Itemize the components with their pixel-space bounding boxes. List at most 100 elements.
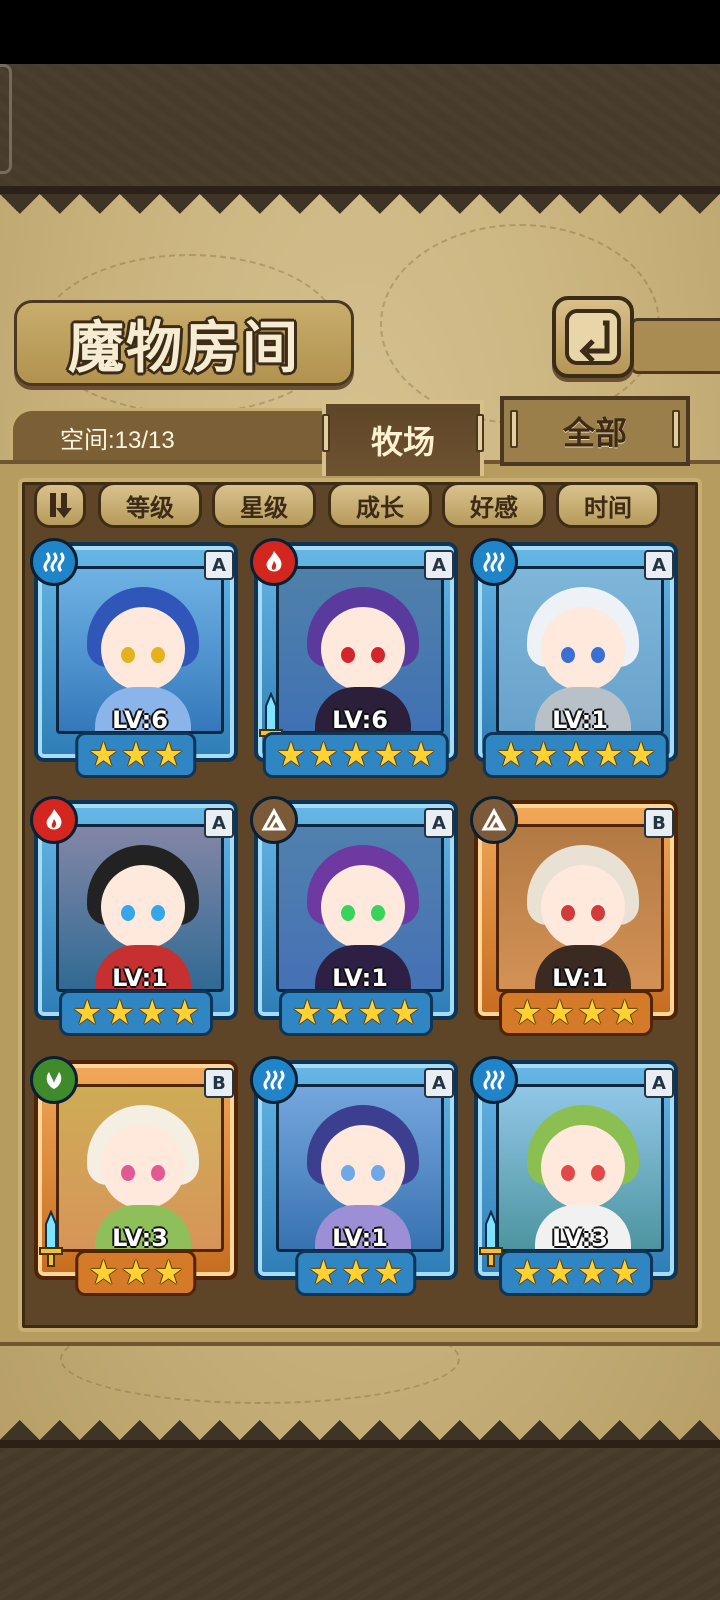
star-icon: ★ xyxy=(120,1253,152,1293)
sort-time-button[interactable]: 时间 xyxy=(556,482,660,528)
page-title: 魔物房间 xyxy=(68,314,300,381)
portrait-eye xyxy=(371,647,385,663)
star-icon: ★ xyxy=(495,735,527,775)
portrait-eye xyxy=(591,647,605,663)
portrait-face xyxy=(101,865,185,949)
star-icon: ★ xyxy=(340,735,372,775)
rank-badge: A xyxy=(644,1068,674,1098)
star-icon: ★ xyxy=(577,993,608,1033)
portrait-eye xyxy=(591,1165,605,1181)
rank-badge: A xyxy=(424,808,454,838)
star-icon: ★ xyxy=(625,735,657,775)
water-wave-icon xyxy=(250,1056,298,1104)
star-icon: ★ xyxy=(544,993,575,1033)
star-icon: ★ xyxy=(357,993,388,1033)
portrait-eye xyxy=(151,1165,165,1181)
portrait-eye xyxy=(561,1165,575,1181)
star-icon: ★ xyxy=(120,735,152,775)
mountain-icon xyxy=(470,796,518,844)
monster-card[interactable]: LV:3 A ★ ★ ★ ★ xyxy=(470,1056,678,1300)
portrait-face xyxy=(541,607,625,691)
star-icon: ★ xyxy=(137,993,168,1033)
side-nub xyxy=(0,64,12,174)
monster-card[interactable]: LV:6 A ★ ★ ★ xyxy=(30,538,238,782)
zigzag-edge-top xyxy=(0,194,720,234)
star-icon: ★ xyxy=(275,735,307,775)
star-icon: ★ xyxy=(577,1253,608,1293)
sort-star-button[interactable]: 星级 xyxy=(212,482,316,528)
tab-post xyxy=(672,410,680,448)
portrait-face xyxy=(101,607,185,691)
star-icon: ★ xyxy=(512,993,543,1033)
return-button[interactable] xyxy=(552,296,634,378)
star-icon: ★ xyxy=(405,735,437,775)
background-map-top xyxy=(0,64,720,194)
star-rating: ★ ★ ★ ★ xyxy=(499,1250,653,1296)
star-icon: ★ xyxy=(72,993,103,1033)
rank-badge: A xyxy=(204,550,234,580)
star-icon: ★ xyxy=(308,1253,339,1293)
rank-badge: A xyxy=(644,550,674,580)
portrait-face xyxy=(321,1125,405,1209)
star-icon: ★ xyxy=(593,735,624,775)
sort-affection-button[interactable]: 好感 xyxy=(442,482,546,528)
star-icon: ★ xyxy=(340,1253,372,1293)
tab-all-label: 全部 xyxy=(562,414,627,452)
portrait-eye xyxy=(151,905,165,921)
portrait-eye xyxy=(151,647,165,663)
star-icon: ★ xyxy=(373,735,404,775)
star-rating: ★ ★ ★ xyxy=(295,1250,417,1296)
sort-growth-button[interactable]: 成长 xyxy=(328,482,432,528)
monster-level: LV:1 xyxy=(332,964,388,992)
portrait-eye xyxy=(121,647,135,663)
star-rating: ★ ★ ★ xyxy=(75,1250,197,1296)
star-icon: ★ xyxy=(104,993,135,1033)
status-bar xyxy=(0,0,720,64)
tab-ranch[interactable]: 牧场 xyxy=(322,400,484,476)
portrait-face xyxy=(541,865,625,949)
star-icon: ★ xyxy=(153,735,184,775)
monster-card[interactable]: LV:3 B ★ ★ ★ xyxy=(30,1056,238,1300)
water-wave-icon xyxy=(30,538,78,586)
water-wave-icon xyxy=(470,1056,518,1104)
monster-card[interactable]: LV:1 A ★ ★ ★ xyxy=(250,1056,458,1300)
return-arrow-icon xyxy=(565,309,621,365)
monster-card[interactable]: LV:1 A ★ ★ ★ ★ xyxy=(30,796,238,1040)
title-plate: 魔物房间 xyxy=(14,300,354,386)
capacity-text: 空间:13/13 xyxy=(60,427,175,454)
star-icon: ★ xyxy=(560,735,592,775)
star-icon: ★ xyxy=(373,1253,404,1293)
monster-card[interactable]: LV:6 A ★ ★ ★ ★ ★ xyxy=(250,538,458,782)
monster-level: LV:1 xyxy=(552,964,608,992)
portrait-face xyxy=(541,1125,625,1209)
sort-order-toggle[interactable] xyxy=(34,482,86,528)
monster-card[interactable]: LV:1 B ★ ★ ★ ★ xyxy=(470,796,678,1040)
rank-badge: A xyxy=(204,808,234,838)
flame-icon xyxy=(250,538,298,586)
star-icon: ★ xyxy=(544,1253,575,1293)
monster-level: LV:6 xyxy=(112,706,168,734)
rank-badge: A xyxy=(424,550,454,580)
tab-post xyxy=(510,410,518,448)
portrait-eye xyxy=(341,1165,355,1181)
monster-card[interactable]: LV:1 A ★ ★ ★ ★ ★ xyxy=(470,538,678,782)
portrait-face xyxy=(321,865,405,949)
star-rating: ★ ★ ★ ★ xyxy=(499,990,653,1036)
tab-all[interactable]: 全部 xyxy=(500,396,690,466)
portrait-eye xyxy=(371,1165,385,1181)
star-icon: ★ xyxy=(324,993,355,1033)
monster-level: LV:1 xyxy=(112,964,168,992)
portrait-eye xyxy=(371,905,385,921)
rank-badge: B xyxy=(204,1068,234,1098)
tab-post xyxy=(322,414,330,452)
star-icon: ★ xyxy=(292,993,323,1033)
sword-icon xyxy=(39,1210,63,1267)
sort-level-button[interactable]: 等级 xyxy=(98,482,202,528)
star-rating: ★ ★ ★ ★ xyxy=(59,990,213,1036)
star-icon: ★ xyxy=(169,993,200,1033)
monster-card[interactable]: LV:1 A ★ ★ ★ ★ xyxy=(250,796,458,1040)
star-icon: ★ xyxy=(609,1253,640,1293)
star-icon: ★ xyxy=(609,993,640,1033)
monster-level: LV:6 xyxy=(332,706,388,734)
portrait-eye xyxy=(341,905,355,921)
